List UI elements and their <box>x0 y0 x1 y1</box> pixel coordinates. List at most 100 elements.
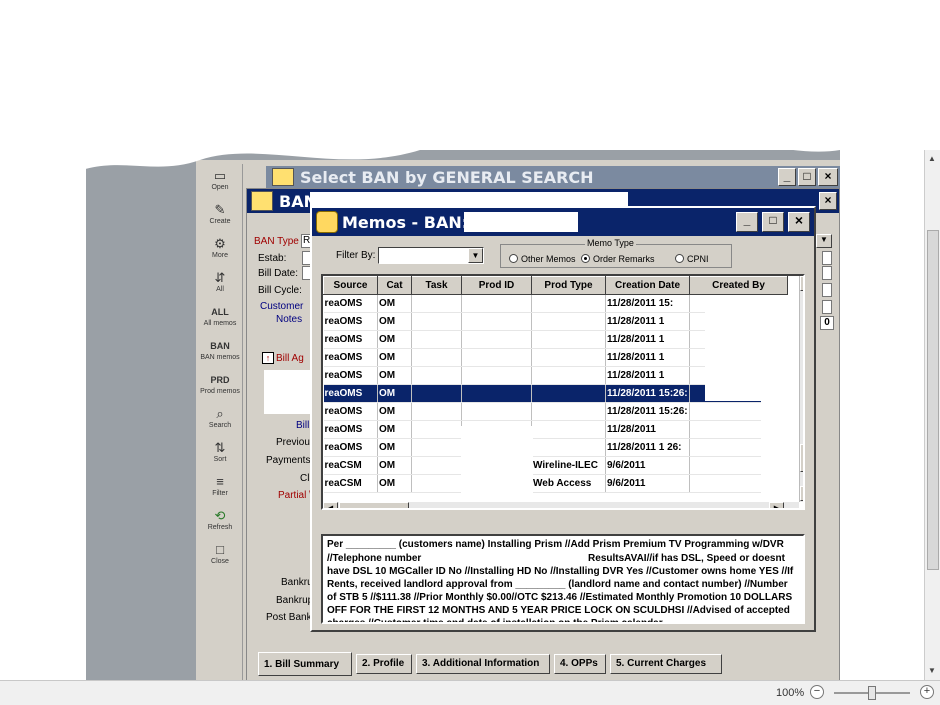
tab-current-charges[interactable]: 5. Current Charges <box>610 654 722 674</box>
chevron-down-icon[interactable]: ▼ <box>468 248 483 263</box>
table-row[interactable]: reaOMS OM 11/28/2011 1 26: <box>323 438 788 457</box>
toolbar-filter-button[interactable]: ≡ Filter <box>197 474 243 497</box>
toolbar-label: More <box>212 252 228 259</box>
scroll-down-icon[interactable]: ▼ <box>928 666 936 675</box>
tab-bill-summary[interactable]: 1. Bill Summary <box>258 652 352 676</box>
toolbar-all-memos-button[interactable]: ALL All memos <box>197 304 243 327</box>
cell-prefix: rea <box>324 352 340 363</box>
column-prod-type[interactable]: Prod Type <box>531 276 606 295</box>
grid-hscroll-thumb[interactable] <box>339 502 409 508</box>
right-checkbox-1[interactable] <box>822 251 832 265</box>
cell-task <box>411 474 462 493</box>
toolbar-create-button[interactable]: ✎ Create <box>197 202 243 225</box>
cell-creation-date: 11/28/2011 1 <box>605 348 690 367</box>
tab-opps[interactable]: 4. OPPs <box>554 654 606 674</box>
cell-source-text: OMS <box>339 352 363 363</box>
toolbar-label: All <box>216 286 224 293</box>
zoom-slider-thumb[interactable] <box>868 686 876 700</box>
status-bar: 100% − + <box>0 680 940 705</box>
scroll-up-icon[interactable]: ▲ <box>928 154 936 163</box>
filter-by-select[interactable]: ▼ <box>378 247 484 264</box>
zoom-in-button[interactable]: + <box>920 685 934 699</box>
scroll-left-icon[interactable]: ◀ <box>323 502 338 508</box>
cell-source: reaOMS <box>323 420 378 439</box>
tab-profile[interactable]: 2. Profile <box>356 654 412 674</box>
column-task[interactable]: Task <box>411 276 462 295</box>
radio-selected-icon <box>581 254 590 263</box>
folder-open-icon: ▭ <box>213 168 227 183</box>
memos-minimize-button[interactable]: _ <box>736 212 758 232</box>
memos-close-button[interactable]: × <box>788 212 810 232</box>
cell-creation-date: 11/28/2011 1 <box>605 312 690 331</box>
column-prod-id[interactable]: Prod ID <box>461 276 532 295</box>
grid-horizontal-scrollbar[interactable]: ◀ ▶ <box>323 502 799 508</box>
scroll-right-icon[interactable]: ▶ <box>769 502 784 508</box>
table-row[interactable]: reaCSM OM Wireline-ILEC 9/6/2011 <box>323 456 788 475</box>
ban-close-button[interactable]: × <box>819 192 837 210</box>
cell-prod-type <box>531 420 606 439</box>
toolbar-sort-button[interactable]: ⇅ Sort <box>197 440 243 463</box>
bill-date-label: Bill Date: <box>258 268 299 279</box>
right-dropdown-button[interactable]: ▼ <box>816 234 832 248</box>
cell-source: reaOMS <box>323 312 378 331</box>
grid-scroll-thumb[interactable] <box>800 444 803 472</box>
radio-other-memos[interactable]: Other Memos <box>509 254 576 264</box>
scroll-up-icon[interactable]: ▲ <box>800 276 803 291</box>
toolbar-search-button[interactable]: ⌕ Search <box>197 406 243 429</box>
toolbar-refresh-button[interactable]: ⟲ Refresh <box>197 508 243 531</box>
toolbar-open-button[interactable]: ▭ Open <box>197 168 243 191</box>
zoom-out-button[interactable]: − <box>810 685 824 699</box>
cell-creation-date: 9/6/2011 <box>605 456 690 475</box>
all-memos-icon: ALL <box>211 307 229 317</box>
cell-task <box>411 312 462 331</box>
tab-additional-information[interactable]: 3. Additional Information <box>416 654 550 674</box>
right-checkbox-2[interactable] <box>822 266 832 280</box>
toolbar-all-button[interactable]: ⇵ All <box>197 270 243 293</box>
toolbar-more-button[interactable]: ⚙ More <box>197 236 243 259</box>
table-row[interactable]: reaOMS OM 11/28/2011 <box>323 420 788 439</box>
cell-source-text: OMS <box>339 388 363 399</box>
cell-task <box>411 402 462 421</box>
select-close-button[interactable]: × <box>818 168 838 186</box>
cell-cat: OM <box>377 402 412 421</box>
select-maximize-button[interactable]: □ <box>798 168 816 186</box>
toolbar-close-button[interactable]: □ Close <box>197 542 243 565</box>
column-creation-date[interactable]: Creation Date <box>605 276 690 295</box>
all-icon: ⇵ <box>214 270 226 285</box>
cell-prod-id <box>461 294 532 313</box>
column-created-by[interactable]: Created By <box>689 276 788 295</box>
toolbar-label: Filter <box>212 490 228 497</box>
memos-maximize-button[interactable]: □ <box>762 212 784 232</box>
more-icon: ⚙ <box>214 236 226 251</box>
redacted-ban-number <box>464 212 578 232</box>
radio-label: Order Remarks <box>593 254 655 264</box>
grid-vertical-scrollbar[interactable]: ▲ ▼ <box>799 276 803 502</box>
memo-text-area[interactable]: Per _________ (customers name) Installin… <box>321 534 805 624</box>
cell-prefix: rea <box>324 406 340 417</box>
radio-cpni[interactable]: CPNI <box>675 254 709 264</box>
bill-ag-label: Bill Ag <box>276 353 304 364</box>
cell-task <box>411 330 462 349</box>
radio-label: Other Memos <box>521 254 576 264</box>
radio-order-remarks[interactable]: Order Remarks <box>581 254 655 264</box>
column-source[interactable]: Source <box>323 276 378 295</box>
cell-task <box>411 420 462 439</box>
select-minimize-button[interactable]: _ <box>778 168 796 186</box>
partial-label: Partial \ <box>278 490 312 501</box>
toolbar-prod-memos-button[interactable]: PRD Prod memos <box>197 372 243 395</box>
right-checkbox-3[interactable] <box>822 283 832 297</box>
cell-task <box>411 384 462 403</box>
memo-type-legend: Memo Type <box>585 238 636 248</box>
table-row[interactable]: reaCSM OM Web Access 9/6/2011 <box>323 474 788 493</box>
cell-creation-date: 11/28/2011 1 <box>605 330 690 349</box>
document-scrollbar[interactable]: ▲ ▼ <box>924 150 940 680</box>
cell-prod-id <box>461 366 532 385</box>
column-cat[interactable]: Cat <box>377 276 412 295</box>
right-checkbox-4[interactable] <box>822 300 832 314</box>
document-scroll-thumb[interactable] <box>927 230 939 570</box>
scroll-down-icon[interactable]: ▼ <box>800 486 803 501</box>
table-row[interactable]: reaOMS OM 11/28/2011 15:26: <box>323 402 788 421</box>
right-value-field[interactable]: 0 <box>820 316 834 330</box>
cell-source: reaOMS <box>323 438 378 457</box>
toolbar-ban-memos-button[interactable]: BAN BAN memos <box>197 338 243 361</box>
